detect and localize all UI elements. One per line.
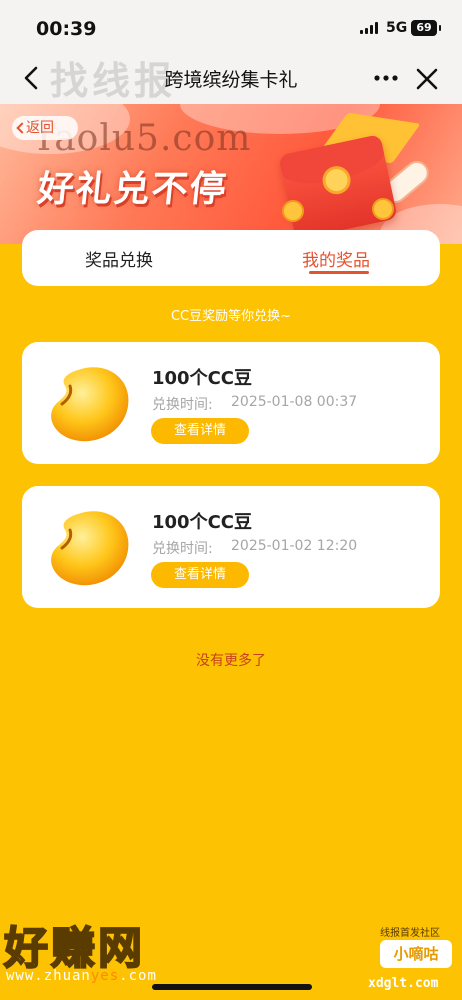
close-icon[interactable] [414,66,440,92]
exchange-time-label: 兑换时间: [152,397,213,413]
prize-name: 100个CC豆 [152,368,252,389]
view-details-button[interactable]: 查看详情 [151,562,249,588]
nav-bar: 找线报 跨境缤纷集卡礼 [0,52,462,104]
cc-bean-icon [51,367,129,442]
tab-prize-exchange[interactable]: 奖品兑换 [85,246,153,271]
prize-name: 100个CC豆 [152,512,252,533]
coin-icon [282,200,304,222]
watermark-url: www.zhuanyes.com [6,968,157,984]
cc-bean-icon [51,511,129,586]
view-details-button[interactable]: 查看详情 [151,418,249,444]
battery-icon: 69 [411,20,441,36]
exchange-time: 2025-01-02 12:20 [231,538,358,554]
watermark-community: 线报首发社区 [380,928,440,939]
banner-slogan: 好礼兑不停 [35,169,230,210]
watermark-brand: 小嘀咕 [380,940,452,968]
exchange-time: 2025-01-08 00:37 [231,394,358,410]
more-icon[interactable] [373,66,399,90]
red-envelope-icon [278,134,398,240]
watermark-url-prefix: www.zhuan [6,968,91,984]
prize-card: 100个CC豆 兑换时间: 2025-01-08 00:37 查看详情 [22,342,440,464]
banner: Taolu5.com 返回 好礼兑不停 [0,104,462,244]
watermark-url-mid: yes [90,968,120,984]
tabs-card: 奖品兑换 我的奖品 [22,230,440,286]
network-type: 5G [386,20,408,36]
watermark-url-suffix: .com [119,968,157,984]
coin-icon [372,198,394,220]
tab-my-prizes[interactable]: 我的奖品 [302,246,370,271]
active-tab-indicator [309,271,369,274]
prize-card: 100个CC豆 兑换时间: 2025-01-02 12:20 查看详情 [22,486,440,608]
signal-icon [360,22,380,34]
watermark-site: xdglt.com [368,976,439,991]
back-label: 返回 [26,120,54,136]
no-more-text: 没有更多了 [196,653,266,669]
watermark-logo: 好赚网 [3,922,145,975]
exchange-time-label: 兑换时间: [152,541,213,557]
back-button[interactable]: 返回 [12,116,78,140]
hint-text: CC豆奖励等你兑换~ [170,309,292,324]
home-indicator[interactable] [152,984,312,990]
status-bar: 00:39 5G 69 [0,0,462,52]
status-time: 00:39 [36,18,97,40]
